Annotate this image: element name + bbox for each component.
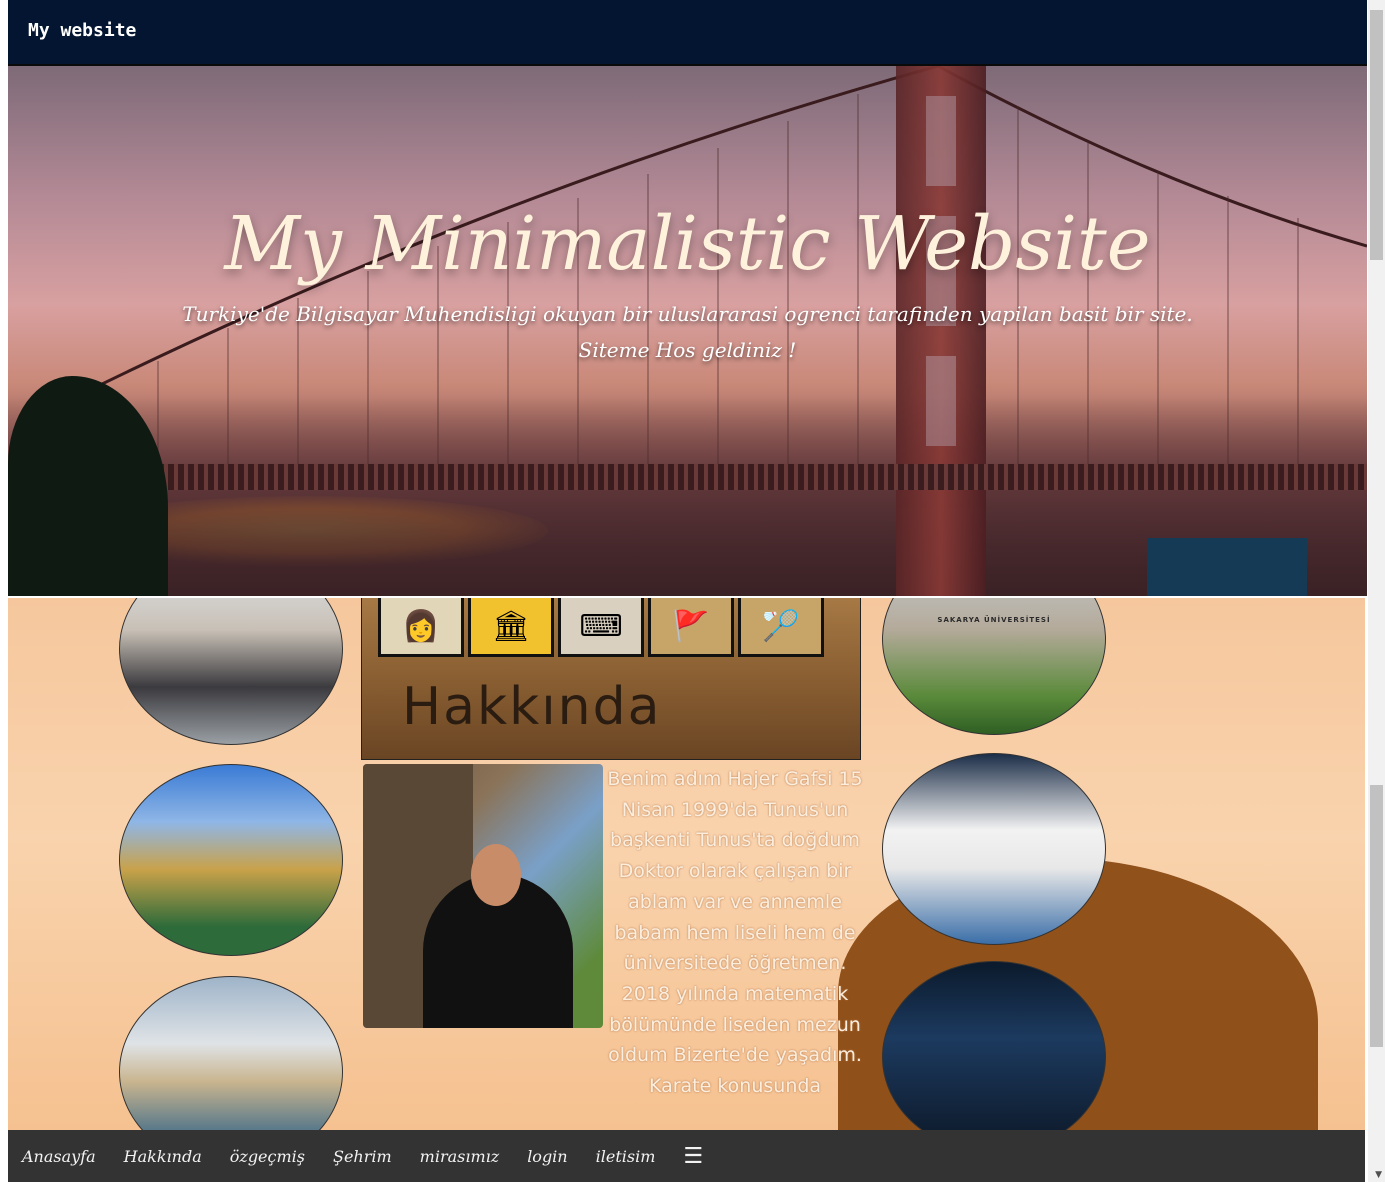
- nav-item-iletisim[interactable]: iletisim: [582, 1147, 670, 1166]
- photo-face: [471, 844, 521, 906]
- flag-icon: 🚩: [648, 598, 734, 657]
- badminton-icon: 🏸: [738, 598, 824, 657]
- hamburger-menu-icon[interactable]: ☰: [669, 1144, 717, 1169]
- karate-photo-circle[interactable]: [882, 753, 1106, 945]
- hero-subtitle-line1: Turkiye'de Bilgisayar Muhendisligi okuya…: [182, 302, 1193, 326]
- hero-house: [1147, 538, 1307, 596]
- bridge-deck: [98, 464, 1367, 490]
- hero-banner: My Minimalistic Website Turkiye'de Bilgi…: [8, 66, 1367, 596]
- page-scrollbar[interactable]: ▼: [1368, 0, 1385, 1182]
- person-icon: 👩: [378, 598, 464, 657]
- scroll-down-icon[interactable]: ▼: [1375, 1170, 1382, 1180]
- city-photo-circle[interactable]: [119, 764, 343, 956]
- nav-item-hakkinda[interactable]: Hakkında: [110, 1147, 216, 1166]
- inner-scrollbar-thumb[interactable]: [1370, 785, 1383, 1047]
- school-photo-circle[interactable]: [119, 598, 343, 745]
- board-title: Hakkında: [402, 677, 662, 737]
- about-text: Benim adım Hajer Gafsi 15 Nisan 1999'da …: [607, 768, 863, 1098]
- university-photo-circle[interactable]: SAKARYA ÜNİVERSİTESİ: [882, 598, 1106, 735]
- page-scrollbar-thumb[interactable]: [1370, 10, 1383, 260]
- board-icon-row: 👩 🏛 ⌨ 🚩 🏸: [378, 598, 824, 661]
- nav-item-mirasimiz[interactable]: mirasımız: [406, 1147, 514, 1166]
- profile-photo: [363, 764, 603, 1028]
- hakkinda-board[interactable]: 👩 🏛 ⌨ 🚩 🏸 Hakkında: [361, 598, 861, 760]
- site-title[interactable]: My website: [28, 20, 136, 41]
- bottom-nav: Anasayfa Hakkında özgeçmiş Şehrim mirası…: [8, 1130, 1365, 1182]
- hero-subtitle-line2: Siteme Hos geldiniz !: [578, 338, 797, 362]
- hero-title: My Minimalistic Website: [224, 201, 1151, 287]
- harbor-photo-circle[interactable]: [119, 976, 343, 1130]
- nav-item-sehrim[interactable]: Şehrim: [319, 1147, 406, 1166]
- nav-item-ozgecmis[interactable]: özgeçmiş: [216, 1147, 319, 1166]
- top-header: My website: [8, 0, 1367, 66]
- nav-item-anasayfa[interactable]: Anasayfa: [8, 1147, 110, 1166]
- main-content: SAKARYA ÜNİVERSİTESİ 👩 🏛 ⌨ 🚩 🏸 Hakkında …: [8, 598, 1365, 1130]
- keyboard-icon: ⌨: [558, 598, 644, 657]
- hero-subtitle: Turkiye'de Bilgisayar Muhendisligi okuya…: [8, 296, 1367, 368]
- school-icon: 🏛: [468, 598, 554, 657]
- university-caption: SAKARYA ÜNİVERSİTESİ: [937, 616, 1051, 624]
- nav-item-login[interactable]: login: [513, 1147, 581, 1166]
